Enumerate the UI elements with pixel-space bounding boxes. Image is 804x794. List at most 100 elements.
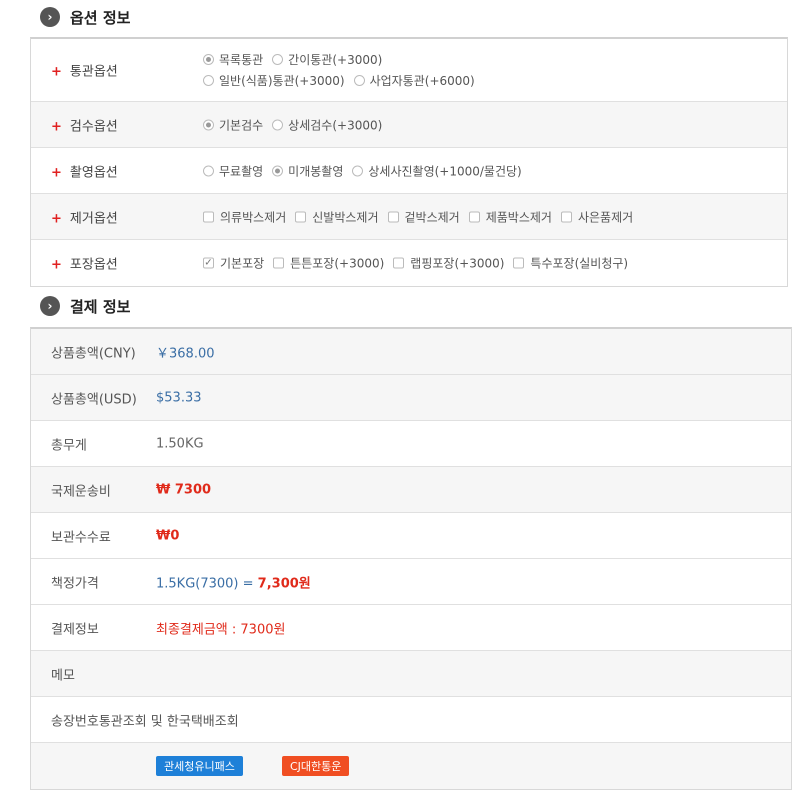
option-checkbox[interactable]: 특수포장(실비청구) [513, 255, 628, 272]
option-text: 튼튼포장(+3000) [290, 256, 385, 271]
row-set-price: 책정가격 1.5KG(7300) = 7,300원 [31, 559, 791, 605]
option-radio[interactable]: 미개봉촬영 [272, 162, 343, 179]
option-checkbox[interactable]: 튼튼포장(+3000) [273, 255, 384, 272]
option-text: 제품박스제거 [485, 210, 552, 224]
option-line: 의류박스제거 신발박스제거 겉박스제거 제품박스제거 사은품제거 [203, 206, 642, 227]
option-radio[interactable]: 기본검수 [203, 116, 263, 133]
option-text: 의류박스제거 [220, 210, 287, 224]
option-label-text: 촬영옵션 [69, 165, 118, 180]
option-label-text: 검수옵션 [69, 119, 118, 134]
option-radio[interactable]: 사업자통관(+6000) [353, 72, 475, 89]
total-weight-value: 1.50KG [156, 436, 204, 451]
radio-icon[interactable] [272, 165, 284, 176]
intl-shipping-label: 국제운송비 [51, 484, 111, 499]
radio-icon[interactable] [203, 75, 214, 86]
option-checkbox[interactable]: 의류박스제거 [203, 208, 286, 225]
row-tracking-buttons: 관세청유니패스 CJ대한통운 [31, 743, 791, 789]
option-checkbox[interactable]: 사은품제거 [560, 208, 634, 225]
set-price-amount: 7,300원 [257, 576, 311, 591]
option-text: 신발박스제거 [312, 210, 379, 224]
option-row: + 검수옵션 기본검수 상세검수(+3000) [31, 102, 787, 148]
option-radio[interactable]: 상세검수(+3000) [272, 116, 382, 133]
total-weight-label: 총무게 [51, 438, 87, 453]
option-choices: 기본검수 상세검수(+3000) [203, 114, 391, 135]
row-intl-shipping: 국제운송비 ₩ 7300 [31, 467, 791, 513]
option-label-text: 포장옵션 [69, 257, 118, 273]
option-label: + 포장옵션 [51, 254, 118, 273]
option-row: + 포장옵션 ✓ 기본포장 튼튼포장(+3000) 랩핑포장(+3000) 특수포장(실비청… [31, 240, 787, 286]
options-section-header: › 옵션 정보 [40, 7, 130, 27]
option-choices: 목록통관 간이통관(+3000) 일반(식품)통관(+3000) 사업자통관(+600… [203, 49, 484, 91]
checkbox-icon[interactable] [273, 257, 285, 269]
option-row: + 촬영옵션 무료촬영 미개봉촬영 상세사진촬영(+1000/물건당) [31, 148, 787, 194]
option-label: + 제거옵션 [51, 207, 118, 226]
set-price-value: 1.5KG(7300) = 7,300원 [156, 572, 311, 591]
product-total-usd-label: 상품총액(USD) [51, 392, 137, 407]
row-payment-info: 결제정보 최종결제금액 : 7300원 [31, 605, 791, 651]
option-choices: 의류박스제거 신발박스제거 겉박스제거 제품박스제거 사은품제거 [203, 206, 642, 227]
checkbox-icon[interactable]: ✓ [203, 257, 214, 269]
option-checkbox[interactable]: 겉박스제거 [387, 208, 460, 225]
radio-icon[interactable] [352, 165, 364, 176]
radio-icon[interactable] [272, 119, 284, 130]
option-radio[interactable]: 일반(식품)통관(+3000) [203, 72, 345, 89]
row-memo: 메모 [31, 651, 791, 697]
option-label: + 통관옵션 [51, 61, 118, 80]
memo-label: 메모 [51, 668, 75, 683]
option-label-text: 제거옵션 [69, 211, 118, 226]
option-checkbox[interactable]: ✓ 기본포장 [203, 255, 264, 272]
option-row: + 통관옵션 목록통관 간이통관(+3000) 일반(식품)통관(+3000) 사업자통관… [31, 39, 787, 102]
option-text: 랩핑포장(+3000) [410, 256, 505, 271]
option-checkbox[interactable]: 제품박스제거 [468, 208, 552, 225]
option-text: 간이통관(+3000) [288, 53, 383, 67]
storage-fee-label: 보관수수료 [51, 530, 111, 545]
checkbox-icon[interactable] [393, 257, 405, 269]
plus-icon: + [51, 257, 62, 273]
checkbox-icon[interactable] [295, 211, 307, 222]
cj-courier-button[interactable]: CJ대한통운 [282, 756, 350, 776]
option-text: 겉박스제거 [404, 210, 460, 224]
checkbox-icon[interactable] [560, 211, 572, 222]
radio-icon[interactable] [272, 54, 284, 65]
option-checkbox[interactable]: 랩핑포장(+3000) [393, 255, 504, 272]
option-radio[interactable]: 간이통관(+3000) [272, 51, 382, 68]
option-text: 기본검수 [219, 118, 264, 132]
option-text: 사은품제거 [577, 210, 634, 224]
checkbox-icon[interactable] [468, 211, 480, 222]
product-total-cny-label: 상품총액(CNY) [51, 346, 136, 361]
option-text: 상세사진촬영(+1000/물건당) [368, 164, 522, 178]
customs-unipass-button[interactable]: 관세청유니패스 [156, 756, 243, 776]
option-line: 무료촬영 미개봉촬영 상세사진촬영(+1000/물건당) [203, 160, 531, 181]
option-line: 일반(식품)통관(+3000) 사업자통관(+6000) [203, 70, 484, 91]
checkbox-icon[interactable] [387, 211, 399, 222]
row-storage-fee: 보관수수료 ₩0 [31, 513, 791, 559]
payment-section-header: › 결제 정보 [40, 296, 130, 316]
option-line: ✓ 기본포장 튼튼포장(+3000) 랩핑포장(+3000) 특수포장(실비청구) [203, 253, 637, 274]
storage-fee-value: ₩0 [156, 528, 180, 543]
option-text: 상세검수(+3000) [288, 118, 383, 132]
option-radio[interactable]: 상세사진촬영(+1000/물건당) [352, 162, 522, 179]
radio-icon[interactable] [203, 165, 214, 176]
option-text: 목록통관 [219, 53, 264, 67]
option-label: + 검수옵션 [51, 115, 118, 134]
option-radio[interactable]: 무료촬영 [203, 162, 263, 179]
option-line: 목록통관 간이통관(+3000) [203, 49, 484, 70]
option-text: 특수포장(실비청구) [530, 256, 629, 271]
option-text: 미개봉촬영 [288, 164, 344, 178]
payment-table: 상품총액(CNY) ￥368.00 상품총액(USD) $53.33 총무게 1… [30, 327, 792, 790]
option-radio[interactable]: 목록통관 [203, 51, 263, 68]
option-row: + 제거옵션 의류박스제거 신발박스제거 겉박스제거 제품박스제거 사은품제거 [31, 194, 787, 240]
option-label-text: 통관옵션 [69, 64, 118, 80]
payment-section-title: 결제 정보 [70, 297, 131, 316]
option-choices: ✓ 기본포장 튼튼포장(+3000) 랩핑포장(+3000) 특수포장(실비청구) [203, 253, 637, 274]
row-tracking: 송장번호통관조회 및 한국택배조회 [31, 697, 791, 743]
checkbox-icon[interactable] [203, 211, 214, 222]
radio-icon[interactable] [203, 119, 214, 130]
plus-icon: + [51, 119, 62, 134]
row-total-weight: 총무게 1.50KG [31, 421, 791, 467]
radio-icon[interactable] [203, 54, 214, 65]
radio-icon[interactable] [353, 75, 365, 86]
option-checkbox[interactable]: 신발박스제거 [295, 208, 379, 225]
checkbox-icon[interactable] [513, 257, 525, 269]
option-text: 무료촬영 [219, 164, 264, 178]
